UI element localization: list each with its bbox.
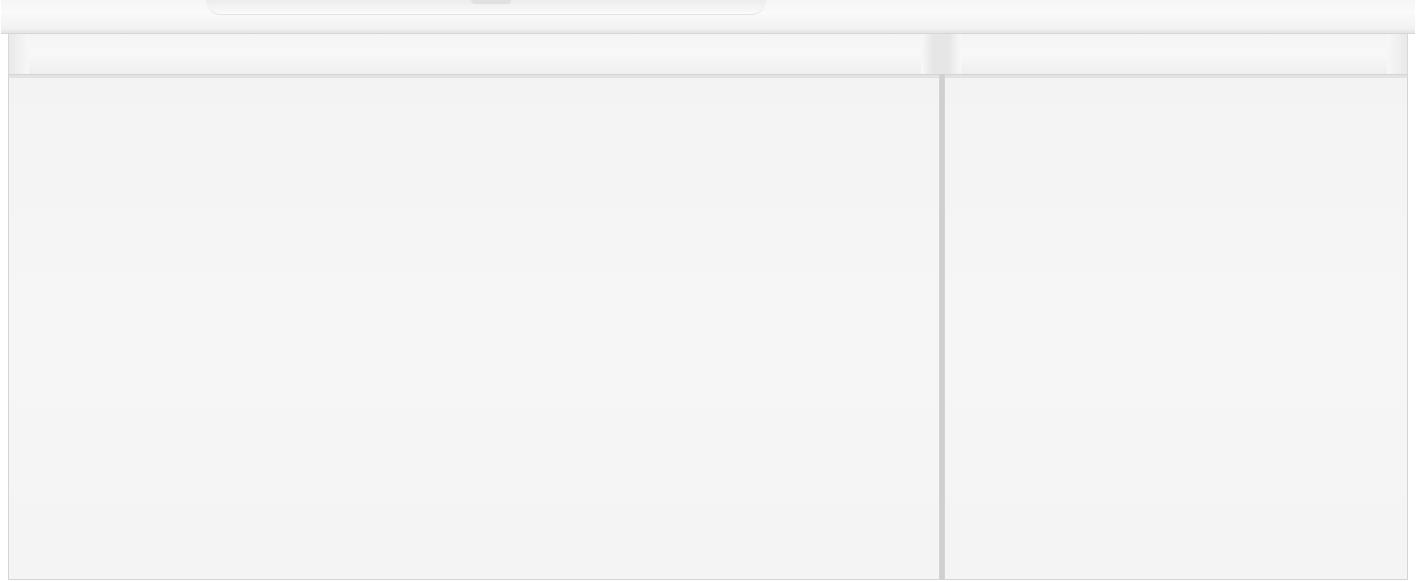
tap-hole: [471, 0, 511, 4]
drawer-right-top-edge: [945, 75, 1407, 78]
drawer-left: [8, 74, 940, 580]
channel-end-left: [9, 34, 29, 74]
vanity-scene: [0, 0, 1416, 582]
handle-recess-channel: [8, 34, 1408, 74]
drawer-right: [944, 74, 1408, 580]
drawer-left-top-edge: [9, 75, 939, 78]
channel-divider: [921, 34, 961, 74]
countertop-basin: [1, 0, 1415, 34]
channel-end-right: [1387, 34, 1407, 74]
